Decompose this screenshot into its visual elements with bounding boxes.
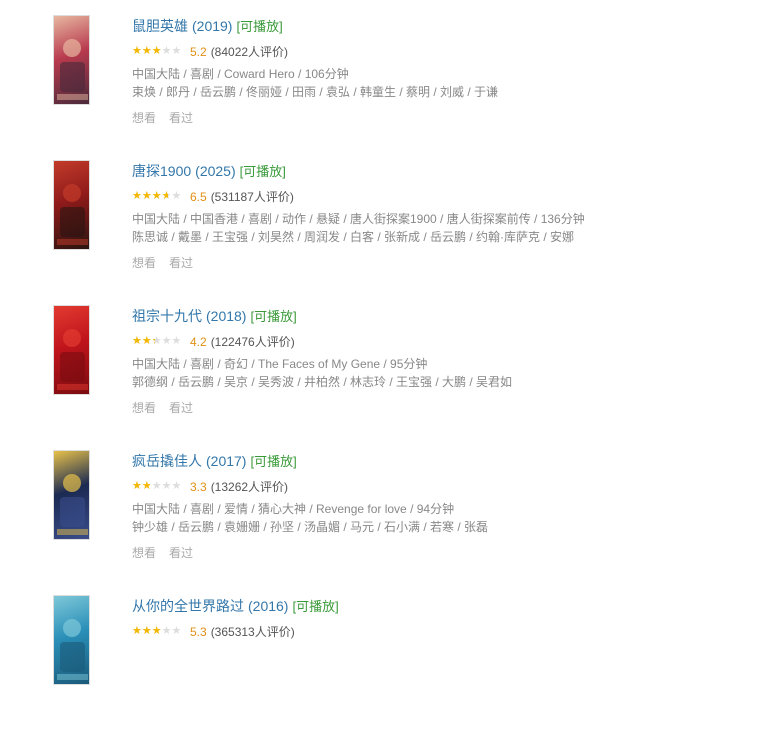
rating-votes: (531187人评价) [210, 190, 294, 204]
movie-actions: 想看 看过 [132, 399, 753, 416]
movie-title[interactable]: 疯岳撬佳人 [132, 453, 202, 469]
playable-link[interactable]: [可播放] [250, 454, 296, 469]
movie-year: (2025) [195, 163, 236, 179]
rating-score: 6.5 [190, 190, 207, 204]
watched-button[interactable]: 看过 [169, 546, 193, 560]
movie-poster[interactable] [53, 450, 90, 540]
poster-art [57, 329, 88, 390]
movie-year: (2016) [248, 598, 289, 614]
movie-meta: 中国大陆 / 喜剧 / 奇幻 / The Faces of My Gene / … [132, 357, 428, 371]
want-to-watch-button[interactable]: 想看 [132, 546, 156, 560]
rating-score: 4.2 [190, 335, 207, 349]
movie-info: 疯岳撬佳人(2017)[可播放] ★★★★★ ★★★★★ 3.3(13262人评… [132, 450, 753, 561]
movie-item: 祖宗十九代(2018)[可播放] ★★★★★ ★★★★★ 4.2(122476人… [53, 305, 753, 445]
rating-votes: (13262人评价) [210, 480, 289, 494]
movie-actions: 想看 看过 [132, 109, 753, 126]
movie-cast: 束焕 / 郎丹 / 岳云鹏 / 佟丽娅 / 田雨 / 袁弘 / 韩童生 / 蔡明… [132, 85, 499, 99]
movie-item: 疯岳撬佳人(2017)[可播放] ★★★★★ ★★★★★ 3.3(13262人评… [53, 450, 753, 590]
movie-cast: 钟少雄 / 岳云鹏 / 袁姗姗 / 孙坚 / 汤晶媚 / 马元 / 石小满 / … [132, 520, 489, 534]
playable-link[interactable]: [可播放] [240, 164, 286, 179]
rating-line: ★★★★★ ★★★★★ 6.5(531187人评价) [132, 188, 753, 206]
want-to-watch-button[interactable]: 想看 [132, 111, 156, 125]
movie-meta: 中国大陆 / 中国香港 / 喜剧 / 动作 / 悬疑 / 唐人街探案1900 /… [132, 212, 585, 226]
poster-art [57, 474, 88, 535]
watched-button[interactable]: 看过 [169, 111, 193, 125]
star-rating-icon: ★★★★★ ★★★★★ [132, 190, 182, 202]
rating-line: ★★★★★ ★★★★★ 3.3(13262人评价) [132, 478, 753, 496]
movie-item: 唐探1900(2025) [可播放] ★★★★★ ★★★★★ 6.5(531187… [53, 160, 753, 300]
rating-score: 5.2 [190, 45, 207, 59]
star-rating-icon: ★★★★★ ★★★★★ [132, 480, 182, 492]
rating-votes: (365313人评价) [210, 625, 295, 639]
movie-info: 从你的全世界路过(2016)[可播放] ★★★★★ ★★★★★ 5.3(3653… [132, 595, 753, 660]
playable-link[interactable]: [可播放] [292, 599, 338, 614]
movie-title[interactable]: 从你的全世界路过 [132, 598, 244, 614]
playable-link[interactable]: [可播放] [250, 309, 296, 324]
movie-item: 从你的全世界路过(2016)[可播放] ★★★★★ ★★★★★ 5.3(3653… [53, 595, 753, 735]
movie-poster[interactable] [53, 15, 90, 105]
movie-poster[interactable] [53, 160, 90, 250]
star-rating-icon: ★★★★★ ★★★★★ [132, 45, 182, 57]
movie-actions: 想看 看过 [132, 544, 753, 561]
movie-year: (2017) [206, 453, 247, 469]
movie-title[interactable]: 鼠胆英雄 [132, 18, 188, 34]
movie-poster[interactable] [53, 305, 90, 395]
watched-button[interactable]: 看过 [169, 401, 193, 415]
poster-art [57, 39, 88, 100]
rating-votes: (84022人评价) [210, 45, 289, 59]
movie-poster[interactable] [53, 595, 90, 685]
rating-line: ★★★★★ ★★★★★ 5.2(84022人评价) [132, 43, 753, 61]
playable-link[interactable]: [可播放] [236, 19, 282, 34]
movie-actions: 想看 看过 [132, 254, 753, 271]
movie-year: (2019) [192, 18, 233, 34]
rating-votes: (122476人评价) [210, 335, 295, 349]
poster-art [57, 619, 88, 680]
movie-info: 祖宗十九代(2018)[可播放] ★★★★★ ★★★★★ 4.2(122476人… [132, 305, 753, 416]
rating-line: ★★★★★ ★★★★★ 4.2(122476人评价) [132, 333, 753, 351]
want-to-watch-button[interactable]: 想看 [132, 401, 156, 415]
star-rating-icon: ★★★★★ ★★★★★ [132, 625, 182, 637]
movie-actions [132, 646, 753, 660]
watched-button[interactable]: 看过 [169, 256, 193, 270]
rating-line: ★★★★★ ★★★★★ 5.3(365313人评价) [132, 623, 753, 641]
movie-title[interactable]: 唐探1900 [132, 163, 191, 179]
movie-meta: 中国大陆 / 喜剧 / 爱情 / 猜心大神 / Revenge for love… [132, 502, 455, 516]
movie-meta: 中国大陆 / 喜剧 / Coward Hero / 106分钟 [132, 67, 349, 81]
movie-info: 鼠胆英雄(2019)[可播放] ★★★★★ ★★★★★ 5.2(84022人评价… [132, 15, 753, 126]
movie-info: 唐探1900(2025) [可播放] ★★★★★ ★★★★★ 6.5(531187… [132, 160, 753, 271]
star-rating-icon: ★★★★★ ★★★★★ [132, 335, 182, 347]
rating-score: 5.3 [190, 625, 207, 639]
movie-cast: 陈思诚 / 戴墨 / 王宝强 / 刘昊然 / 周润发 / 白客 / 张新成 / … [132, 230, 575, 244]
want-to-watch-button[interactable]: 想看 [132, 256, 156, 270]
poster-art [57, 184, 88, 245]
rating-score: 3.3 [190, 480, 207, 494]
movie-item: 鼠胆英雄(2019)[可播放] ★★★★★ ★★★★★ 5.2(84022人评价… [53, 15, 753, 155]
movie-cast: 郭德纲 / 岳云鹏 / 吴京 / 吴秀波 / 井柏然 / 林志玲 / 王宝强 /… [132, 375, 513, 389]
movie-title[interactable]: 祖宗十九代 [132, 308, 202, 324]
movie-year: (2018) [206, 308, 247, 324]
